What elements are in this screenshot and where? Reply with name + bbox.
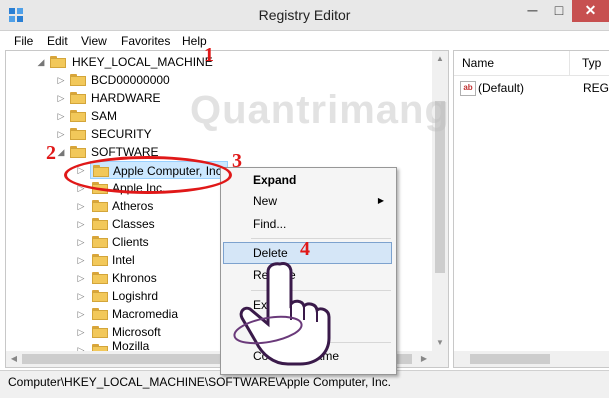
expand-arrow-icon[interactable]: ▷ bbox=[56, 89, 66, 107]
scroll-left-arrow-icon[interactable]: ◀ bbox=[6, 351, 22, 367]
collapse-arrow-icon[interactable]: ◢ bbox=[56, 143, 66, 161]
menu-view[interactable]: View bbox=[81, 34, 107, 48]
value-type: REG bbox=[583, 81, 609, 95]
list-row-default[interactable]: ab (Default) REG bbox=[460, 79, 609, 97]
folder-icon bbox=[92, 200, 108, 212]
tree-item-bcd[interactable]: ▷ BCD00000000 bbox=[56, 71, 256, 89]
tree-item-label: SAM bbox=[91, 109, 118, 123]
status-path: Computer\HKEY_LOCAL_MACHINE\SOFTWARE\App… bbox=[8, 375, 392, 389]
scroll-up-arrow-icon[interactable]: ▲ bbox=[432, 51, 448, 67]
folder-icon bbox=[92, 344, 108, 351]
tree-item-classes[interactable]: ▷ Classes bbox=[76, 215, 226, 233]
watermark: Quantrimang bbox=[190, 88, 450, 132]
tree-item-label: Macromedia bbox=[112, 307, 179, 321]
annotation-step-1: 1 bbox=[204, 44, 214, 66]
tree-item-label: Intel bbox=[112, 253, 135, 267]
folder-icon bbox=[92, 254, 108, 266]
tree-item-macromedia[interactable]: ▷ Macromedia bbox=[76, 305, 226, 323]
title-bar: Registry Editor ─ □ ✕ bbox=[0, 0, 609, 31]
folder-icon bbox=[92, 236, 108, 248]
annotation-step-2: 2 bbox=[46, 142, 56, 164]
tree-item-logishrd[interactable]: ▷ Logishrd bbox=[76, 287, 226, 305]
menu-favorites[interactable]: Favorites bbox=[121, 34, 170, 48]
expand-arrow-icon[interactable]: ▷ bbox=[56, 71, 66, 89]
expand-arrow-icon[interactable]: ▷ bbox=[56, 107, 66, 125]
tree-item-label: Mozilla bbox=[112, 341, 150, 351]
folder-icon bbox=[70, 92, 86, 104]
expand-arrow-icon[interactable]: ▷ bbox=[76, 341, 86, 351]
expand-arrow-icon[interactable]: ▷ bbox=[76, 269, 86, 287]
menu-bar: File Edit View Favorites Help bbox=[0, 31, 609, 50]
tree-item-hklm[interactable]: ◢ HKEY_LOCAL_MACHINE bbox=[36, 53, 286, 71]
close-button[interactable]: ✕ bbox=[572, 0, 609, 22]
scroll-down-arrow-icon[interactable]: ▼ bbox=[432, 335, 448, 351]
folder-icon bbox=[92, 290, 108, 302]
menu-file[interactable]: File bbox=[14, 34, 33, 48]
expand-arrow-icon[interactable]: ▷ bbox=[76, 305, 86, 323]
window-title: Registry Editor bbox=[258, 7, 351, 23]
scroll-thumb[interactable] bbox=[470, 354, 550, 364]
folder-open-icon bbox=[50, 56, 66, 68]
tree-item-intel[interactable]: ▷ Intel bbox=[76, 251, 226, 269]
annotation-step-3: 3 bbox=[232, 150, 242, 172]
folder-icon bbox=[92, 272, 108, 284]
expand-arrow-icon[interactable]: ▷ bbox=[76, 251, 86, 269]
highlight-ellipse bbox=[64, 156, 232, 194]
list-horizontal-scrollbar[interactable] bbox=[454, 351, 609, 367]
values-list[interactable]: Name Typ ab (Default) REG bbox=[453, 50, 609, 368]
annotation-step-4: 4 bbox=[300, 238, 310, 260]
column-header-type[interactable]: Typ bbox=[582, 56, 601, 70]
menu-item-new[interactable]: New ▶ bbox=[223, 190, 392, 212]
expand-arrow-icon[interactable]: ▷ bbox=[76, 323, 86, 341]
tree-item-atheros[interactable]: ▷ Atheros bbox=[76, 197, 226, 215]
tree-item-label: HARDWARE bbox=[91, 91, 161, 105]
minimize-button[interactable]: ─ bbox=[519, 0, 546, 22]
submenu-arrow-icon: ▶ bbox=[377, 196, 384, 205]
menu-separator bbox=[251, 238, 391, 239]
folder-icon bbox=[70, 110, 86, 122]
folder-icon bbox=[70, 74, 86, 86]
folder-icon bbox=[92, 326, 108, 338]
menu-item-find[interactable]: Find... bbox=[223, 213, 392, 235]
maximize-button[interactable]: □ bbox=[546, 0, 572, 22]
string-value-icon: ab bbox=[460, 81, 476, 96]
column-header-name[interactable]: Name bbox=[462, 56, 494, 70]
scroll-right-arrow-icon[interactable]: ▶ bbox=[416, 351, 432, 367]
folder-icon bbox=[92, 308, 108, 320]
tree-item-label: Clients bbox=[112, 235, 149, 249]
tree-item-label: SECURITY bbox=[91, 127, 152, 141]
expand-arrow-icon[interactable]: ▷ bbox=[56, 125, 66, 143]
tree-item-label: Khronos bbox=[112, 271, 157, 285]
menu-help[interactable]: Help bbox=[182, 34, 207, 48]
tree-item-label: Classes bbox=[112, 217, 155, 231]
expand-arrow-icon[interactable]: ▷ bbox=[76, 287, 86, 305]
menu-item-expand[interactable]: Expand bbox=[223, 169, 392, 191]
folder-icon bbox=[70, 128, 86, 140]
scrollbar-corner bbox=[432, 351, 448, 367]
tree-item-clients[interactable]: ▷ Clients bbox=[76, 233, 226, 251]
expand-arrow-icon[interactable]: ▷ bbox=[76, 233, 86, 251]
menu-edit[interactable]: Edit bbox=[47, 34, 68, 48]
collapse-arrow-icon[interactable]: ◢ bbox=[36, 53, 46, 71]
tree-item-label: Atheros bbox=[112, 199, 154, 213]
expand-arrow-icon[interactable]: ▷ bbox=[76, 197, 86, 215]
tree-item-label: BCD00000000 bbox=[91, 73, 170, 87]
tree-item-label: Logishrd bbox=[112, 289, 159, 303]
tree-item-mozilla[interactable]: ▷ Mozilla bbox=[76, 341, 226, 351]
hand-pointer-icon bbox=[233, 262, 331, 366]
tree-item-label: Microsoft bbox=[112, 325, 161, 339]
column-separator[interactable] bbox=[569, 51, 570, 75]
expand-arrow-icon[interactable]: ▷ bbox=[76, 215, 86, 233]
list-header: Name Typ bbox=[454, 51, 609, 76]
tree-item-label: HKEY_LOCAL_MACHINE bbox=[72, 55, 213, 69]
tree-item-microsoft[interactable]: ▷ Microsoft bbox=[76, 323, 226, 341]
tree-item-khronos[interactable]: ▷ Khronos bbox=[76, 269, 226, 287]
folder-open-icon bbox=[70, 146, 86, 158]
folder-icon bbox=[92, 218, 108, 230]
value-name: (Default) bbox=[478, 81, 525, 95]
